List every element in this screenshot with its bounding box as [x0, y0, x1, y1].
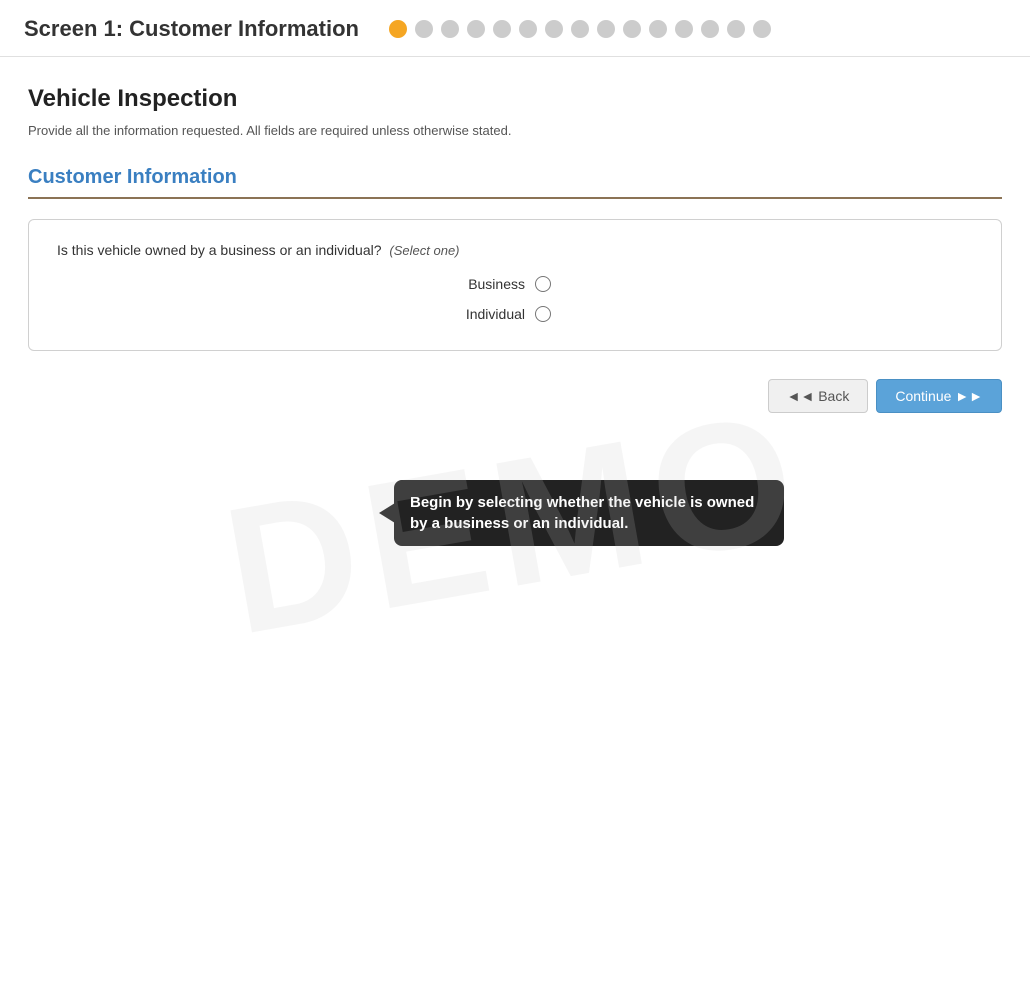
tooltip-box: Begin by selecting whether the vehicle i… — [394, 480, 784, 546]
progress-dot-6 — [519, 20, 537, 38]
radio-group: Business Individual — [57, 276, 973, 322]
radio-option-business[interactable]: Business — [445, 276, 645, 292]
progress-dot-10 — [623, 20, 641, 38]
progress-dot-7 — [545, 20, 563, 38]
page-subtitle: Provide all the information requested. A… — [28, 123, 1002, 138]
individual-label[interactable]: Individual — [445, 306, 525, 322]
progress-dot-9 — [597, 20, 615, 38]
progress-dot-4 — [467, 20, 485, 38]
nav-buttons: ◄◄ Back Continue ►► — [0, 379, 1030, 413]
continue-button[interactable]: Continue ►► — [876, 379, 1002, 413]
tooltip-arrow — [379, 503, 395, 523]
progress-dot-15 — [753, 20, 771, 38]
header-bar: Screen 1: Customer Information — [0, 0, 1030, 57]
radio-option-individual[interactable]: Individual — [445, 306, 645, 322]
question-text: Is this vehicle owned by a business or a… — [57, 242, 973, 258]
progress-dot-5 — [493, 20, 511, 38]
progress-dot-13 — [701, 20, 719, 38]
tooltip-wrapper: Begin by selecting whether the vehicle i… — [379, 480, 784, 546]
main-content: Vehicle Inspection Provide all the infor… — [0, 57, 1030, 351]
screen-title: Screen 1: Customer Information — [24, 16, 359, 42]
progress-dot-3 — [441, 20, 459, 38]
business-radio[interactable] — [535, 276, 551, 292]
page-title: Vehicle Inspection — [28, 85, 1002, 113]
progress-dot-14 — [727, 20, 745, 38]
section-header: Customer Information — [28, 166, 1002, 199]
progress-dot-1 — [389, 20, 407, 38]
progress-dot-2 — [415, 20, 433, 38]
progress-dots — [389, 20, 771, 38]
progress-dot-8 — [571, 20, 589, 38]
progress-dot-12 — [675, 20, 693, 38]
back-button[interactable]: ◄◄ Back — [768, 379, 869, 413]
business-label[interactable]: Business — [445, 276, 525, 292]
select-hint: (Select one) — [389, 243, 459, 258]
progress-dot-11 — [649, 20, 667, 38]
question-label: Is this vehicle owned by a business or a… — [57, 242, 382, 258]
individual-radio[interactable] — [535, 306, 551, 322]
form-card: Is this vehicle owned by a business or a… — [28, 219, 1002, 351]
